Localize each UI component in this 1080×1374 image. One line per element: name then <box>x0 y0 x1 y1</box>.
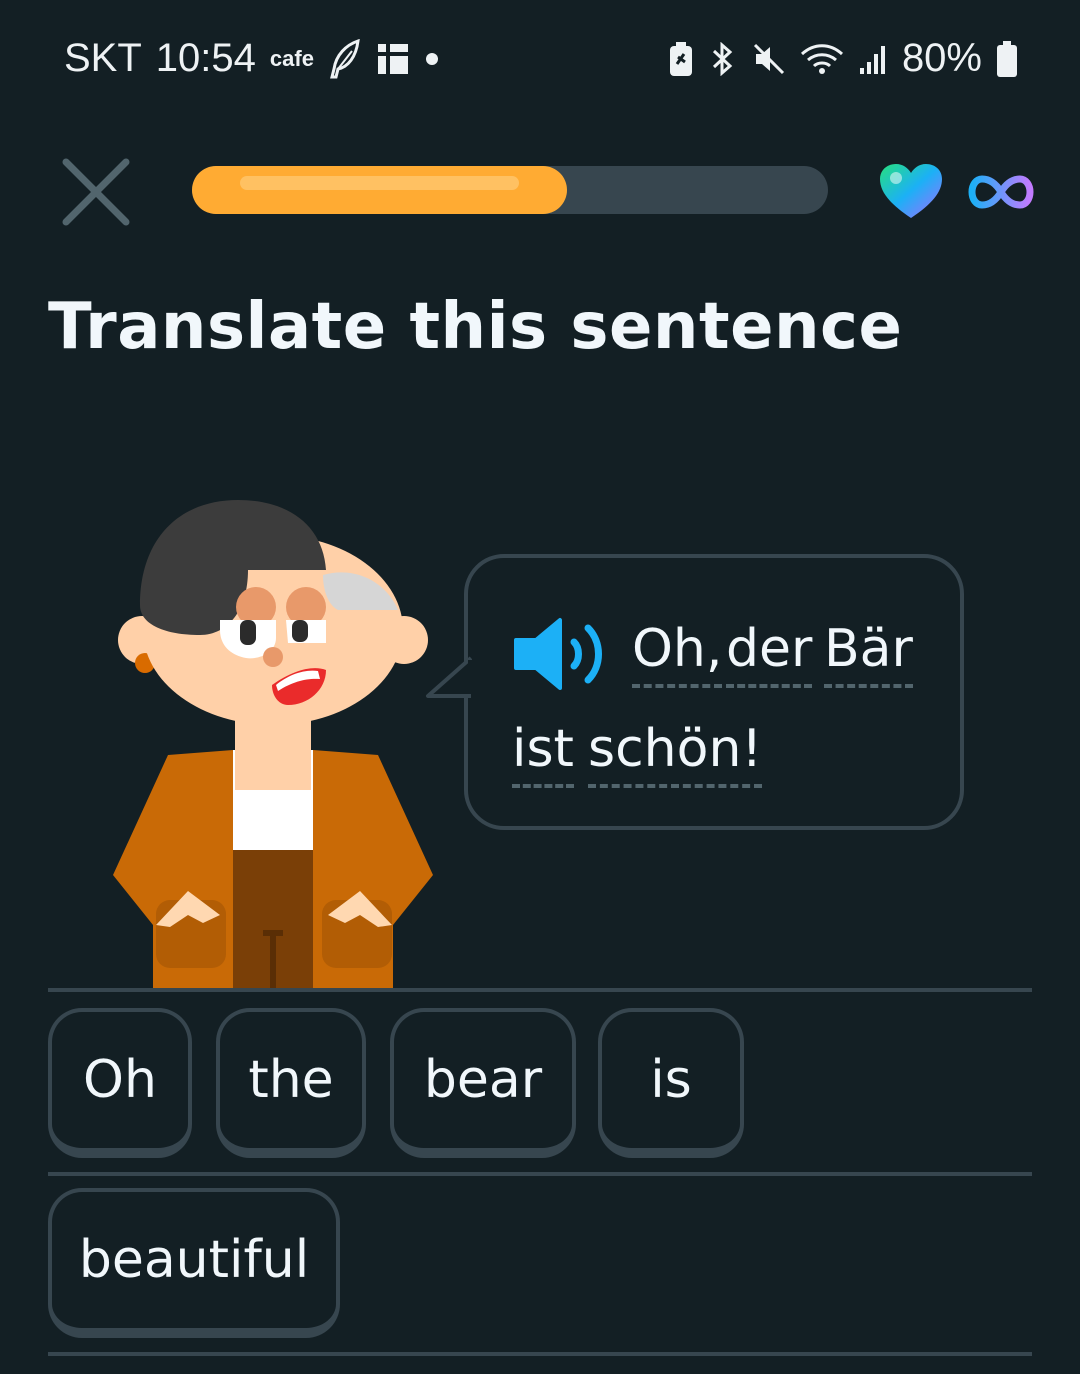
sentence-word[interactable]: Bär <box>824 620 913 688</box>
sentence-word[interactable]: ist <box>512 720 574 788</box>
bluetooth-icon <box>712 41 733 76</box>
speaker-icon[interactable] <box>512 614 612 694</box>
page-title: Translate this sentence <box>48 290 903 364</box>
close-icon[interactable] <box>58 154 134 230</box>
word-chip-oh[interactable]: Oh <box>48 1008 192 1158</box>
speech-bubble: Oh, der Bär ist schön! <box>426 554 964 830</box>
lesson-header <box>0 150 1080 234</box>
lesson-progress-bar <box>192 166 828 214</box>
clock: 10:54 <box>155 36 256 80</box>
answer-line <box>48 1172 1032 1176</box>
cafe-label: cafe <box>269 45 314 71</box>
word-chip-is[interactable]: is <box>598 1008 744 1158</box>
infinity-icon <box>968 175 1034 209</box>
status-bar-right: 80% <box>668 36 1018 81</box>
sentence-word[interactable]: Oh, <box>632 620 723 688</box>
progress-shine <box>240 176 520 190</box>
speech-bubble-tail <box>426 656 472 698</box>
wifi-icon <box>800 43 843 74</box>
battery-percent: 80% <box>901 36 982 80</box>
status-bar: SKT 10:54 cafe 80% <box>0 0 1080 120</box>
character-illustration <box>113 500 433 990</box>
feather-icon <box>330 38 360 78</box>
answer-line <box>48 988 1032 992</box>
battery-saver-icon <box>669 41 692 76</box>
word-chip-bear[interactable]: bear <box>390 1008 576 1158</box>
status-bar-left: SKT 10:54 cafe <box>64 36 440 81</box>
word-chip-the[interactable]: the <box>216 1008 366 1158</box>
signal-icon <box>859 45 885 74</box>
notification-app-icon <box>377 43 408 74</box>
lesson-progress-fill <box>192 166 568 214</box>
notification-dot-icon <box>425 52 438 65</box>
sentence-word[interactable]: der <box>726 620 813 688</box>
word-chip-beautiful[interactable]: beautiful <box>48 1188 340 1338</box>
answer-line <box>48 1352 1032 1356</box>
mute-icon <box>753 43 784 74</box>
carrier-label: SKT <box>64 36 142 80</box>
sentence-word[interactable]: schön! <box>588 720 763 788</box>
battery-icon <box>997 40 1017 77</box>
heart-icon[interactable] <box>878 162 944 220</box>
